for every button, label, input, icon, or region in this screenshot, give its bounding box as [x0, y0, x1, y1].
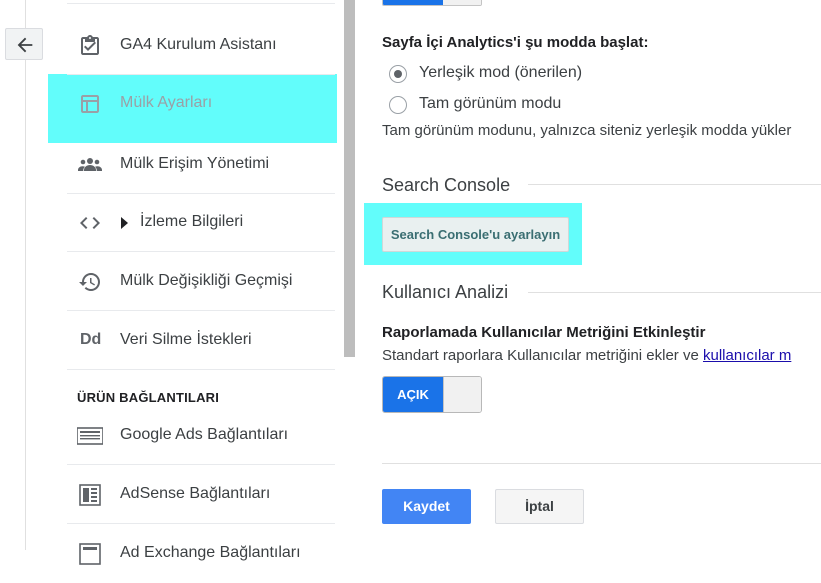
nav-item-label: Mülk Ayarları — [120, 94, 213, 111]
back-button[interactable] — [5, 28, 43, 60]
dd-icon: Dd — [80, 331, 102, 348]
triangle-right-icon[interactable] — [120, 217, 129, 229]
toggle-knob — [443, 0, 481, 5]
nav-item-tracking-info[interactable]: İzleme Bilgileri — [67, 194, 335, 252]
radio-button-checked[interactable] — [389, 65, 407, 83]
nav-item-label: AdSense Bağlantıları — [120, 485, 271, 502]
radio-label: Tam görünüm modu — [419, 95, 562, 112]
full-view-helper-text: Tam görünüm modunu, yalnızca siteniz yer… — [382, 122, 792, 139]
google-ads-icon — [77, 427, 103, 445]
users-metric-helper: Standart raporlara Kullanıcılar metriğin… — [382, 347, 791, 364]
nav-item-property-settings[interactable]: Mülk Ayarları — [67, 75, 335, 133]
nav-item-ad-exchange-links[interactable]: Ad Exchange Bağlantıları — [67, 525, 335, 583]
nav-item-data-deletion-requests[interactable]: Dd Veri Silme İstekleri — [67, 312, 335, 370]
section-divider — [528, 184, 821, 185]
nav-top-divider — [67, 0, 335, 4]
users-metric-toggle[interactable]: AÇIK — [382, 376, 482, 413]
users-metric-link[interactable]: kullanıcılar m — [703, 347, 791, 364]
code-icon — [80, 217, 100, 229]
toggle-knob — [443, 377, 481, 412]
radio-label: Yerleşik mod (önerilen) — [419, 64, 583, 81]
toggle-on-part — [383, 0, 443, 5]
history-icon — [79, 273, 100, 291]
search-console-heading: Search Console — [382, 175, 511, 195]
setup-search-console-button[interactable]: Search Console'u ayarlayın — [382, 217, 569, 252]
rail-divider — [25, 0, 26, 550]
nav-scrollbar[interactable] — [344, 0, 355, 357]
nav-item-property-change-history[interactable]: Mülk Değişikliği Geçmişi — [67, 253, 335, 311]
property-layout-icon — [81, 95, 99, 113]
nav-item-label: Mülk Erişim Yönetimi — [120, 155, 270, 172]
helper-text: Standart raporlara Kullanıcılar metriğin… — [382, 347, 703, 364]
page-analytics-mode-label: Sayfa İçi Analytics'i şu modda başlat: — [382, 34, 649, 51]
save-button[interactable]: Kaydet — [382, 489, 471, 524]
nav-item-google-ads-links[interactable]: Google Ads Bağlantıları — [67, 407, 335, 465]
adsense-icon — [79, 484, 101, 506]
nav-item-label: Mülk Değişikliği Geçmişi — [120, 272, 293, 289]
nav-item-label: Ad Exchange Bağlantıları — [120, 544, 301, 561]
ad-exchange-icon — [79, 543, 101, 565]
users-metric-label: Raporlamada Kullanıcılar Metriğini Etkin… — [382, 324, 706, 341]
nav-item-label: Google Ads Bağlantıları — [120, 426, 289, 443]
nav-item-label: İzleme Bilgileri — [140, 213, 244, 230]
cancel-button[interactable]: İptal — [495, 489, 584, 524]
actions-divider — [382, 463, 821, 464]
radio-button[interactable] — [389, 96, 407, 114]
arrow-left-icon — [17, 37, 33, 53]
nav-item-adsense-links[interactable]: AdSense Bağlantıları — [67, 466, 335, 524]
product-links-section-title: ÜRÜN BAĞLANTILARI — [77, 390, 220, 405]
nav-item-property-access-management[interactable]: Mülk Erişim Yönetimi — [67, 136, 335, 194]
nav-item-label: GA4 Kurulum Asistanı — [120, 36, 277, 53]
previous-toggle[interactable] — [382, 0, 482, 6]
section-divider — [528, 292, 821, 293]
nav-item-ga4-setup-assistant[interactable]: GA4 Kurulum Asistanı — [67, 17, 335, 75]
clipboard-check-icon — [81, 35, 99, 55]
user-analysis-heading: Kullanıcı Analizi — [382, 282, 509, 302]
nav-item-label: Veri Silme İstekleri — [120, 331, 252, 348]
toggle-on-label: AÇIK — [383, 377, 443, 412]
people-icon — [78, 158, 102, 171]
